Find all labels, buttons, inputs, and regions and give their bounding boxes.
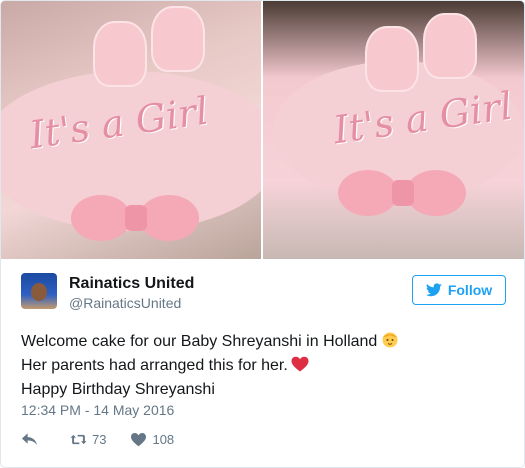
- retweet-count: 73: [92, 431, 107, 447]
- twitter-bird-icon: [425, 283, 442, 297]
- cake-bow: [71, 191, 201, 251]
- retweet-icon: [70, 434, 87, 444]
- reply-icon: [21, 432, 38, 445]
- tweet-card: It's a Girl It's a Girl Rainatics United…: [0, 0, 525, 468]
- avatar[interactable]: [21, 273, 57, 309]
- baby-shoe: [365, 26, 419, 92]
- avatar-face: [31, 283, 47, 301]
- tweet-line-2: Her parents had arranged this for her.: [21, 357, 288, 374]
- follow-label: Follow: [447, 282, 493, 298]
- like-count: 108: [152, 431, 175, 447]
- tweet-header: Rainatics United @RainaticsUnited Follow: [21, 273, 506, 313]
- baby-shoe: [93, 21, 147, 87]
- tweet-timestamp[interactable]: 12:34 PM - 14 May 2016: [21, 402, 174, 418]
- photo-cake-left[interactable]: It's a Girl: [1, 1, 261, 259]
- red-heart-icon: [291, 356, 309, 379]
- follow-button[interactable]: Follow: [412, 275, 506, 305]
- baby-shoe: [151, 6, 205, 72]
- tweet-line-1: Welcome cake for our Baby Shreyanshi in …: [21, 333, 378, 350]
- like-button[interactable]: 108: [130, 432, 174, 447]
- cake-bow: [338, 166, 468, 226]
- heart-icon: [131, 432, 147, 446]
- tweet-text: Welcome cake for our Baby Shreyanshi in …: [21, 330, 506, 401]
- retweet-button[interactable]: 73: [70, 432, 106, 447]
- baby-shoe: [423, 13, 477, 79]
- tweet-media[interactable]: It's a Girl It's a Girl: [1, 1, 524, 259]
- author-handle[interactable]: @RainaticsUnited: [69, 295, 181, 311]
- author-name[interactable]: Rainatics United: [69, 275, 194, 293]
- tweet-actions: 73 108: [21, 429, 174, 449]
- baby-emoji-icon: [380, 330, 400, 355]
- photo-cake-right[interactable]: It's a Girl: [263, 1, 524, 259]
- reply-button[interactable]: [21, 432, 38, 447]
- tweet-line-3: Happy Birthday Shreyanshi: [21, 381, 215, 398]
